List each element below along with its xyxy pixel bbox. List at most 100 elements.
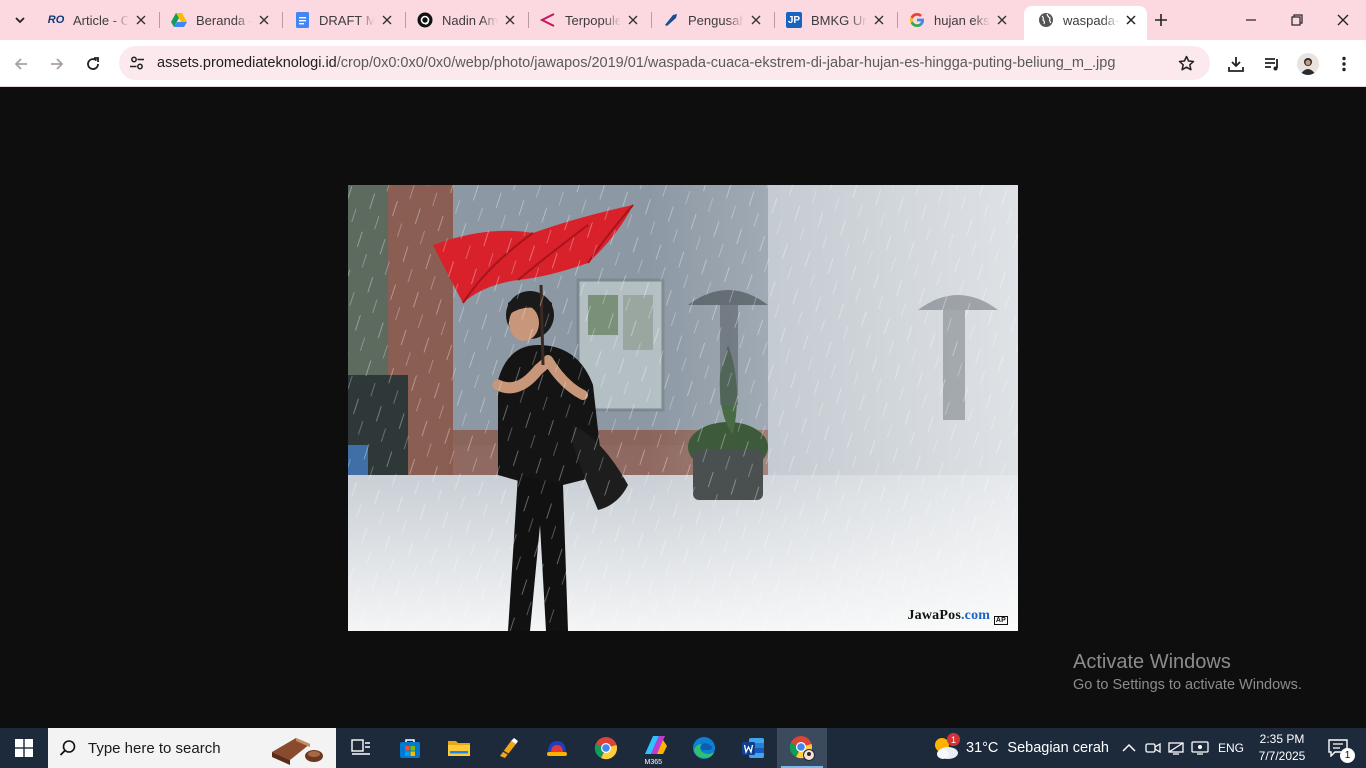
tab-title: DRAFT M <box>319 12 375 28</box>
notification-center-button[interactable]: 1 <box>1318 728 1358 768</box>
star-icon <box>1178 55 1194 70</box>
m365-icon: M365 <box>641 734 669 766</box>
clock-date: 7/7/2025 <box>1258 749 1306 763</box>
activate-windows-watermark: Activate Windows Go to Settings to activ… <box>1073 651 1302 693</box>
tab-beranda[interactable]: Beranda - <box>157 6 280 34</box>
close-icon[interactable] <box>994 12 1010 28</box>
minimize-icon <box>1246 19 1256 21</box>
pen-tool-icon <box>499 738 518 758</box>
profile-button[interactable] <box>1293 49 1323 79</box>
address-bar[interactable]: assets.promediateknologi.id/crop/0x0:0x0… <box>119 46 1210 80</box>
tab-terpopuler[interactable]: Terpopule <box>526 6 649 34</box>
plus-icon <box>1155 14 1167 26</box>
taskbar-app-blue[interactable] <box>532 728 581 768</box>
drive-icon <box>171 12 187 28</box>
feather-icon <box>663 12 679 28</box>
forward-button[interactable] <box>42 49 72 79</box>
clock-time: 2:35 PM <box>1259 732 1305 746</box>
taskbar-chrome-active[interactable] <box>777 728 827 768</box>
weather-badge: 1 <box>947 733 960 746</box>
taskbar-chrome[interactable] <box>581 728 630 768</box>
close-icon[interactable] <box>256 12 272 28</box>
close-icon[interactable] <box>748 12 764 28</box>
tab-bmkg[interactable]: JP BMKG Un <box>772 6 895 34</box>
taskbar-edge[interactable] <box>679 728 728 768</box>
edge-icon <box>692 737 715 759</box>
taskbar-clock[interactable]: 2:35 PM 7/7/2025 <box>1254 731 1310 765</box>
close-icon[interactable] <box>502 12 518 28</box>
taskbar-microsoft-store[interactable] <box>385 728 434 768</box>
tab-strip: RO Article - C Beranda - DRAFT M Nadin A… <box>0 0 1366 40</box>
rain-photo[interactable]: JawaPos.com AP <box>348 185 1018 631</box>
new-tab-button[interactable] <box>1148 7 1174 33</box>
ro-icon-text: RO <box>47 14 65 26</box>
task-view-icon <box>350 739 370 755</box>
close-icon[interactable] <box>871 12 887 28</box>
tab-hujan[interactable]: hujan eks <box>895 6 1018 34</box>
arrow-right-icon <box>51 58 64 70</box>
back-button[interactable] <box>6 49 36 79</box>
show-hidden-icons-button[interactable] <box>1117 728 1141 768</box>
close-icon[interactable] <box>133 12 149 28</box>
folder-icon <box>447 741 470 756</box>
activate-title: Activate Windows <box>1073 651 1231 673</box>
m365-label: M365 <box>644 759 663 766</box>
watermark-corner: AP <box>993 616 1008 625</box>
taskbar-search[interactable]: Type here to search <box>48 728 336 768</box>
taskbar-app-pen[interactable] <box>483 728 532 768</box>
activate-subtitle: Go to Settings to activate Windows. <box>1073 677 1302 693</box>
media-control-button[interactable] <box>1257 49 1287 79</box>
ro-icon: RO <box>47 12 65 28</box>
close-window-button[interactable] <box>1320 0 1366 40</box>
jp-icon: JP <box>786 12 802 28</box>
meet-now-button[interactable] <box>1142 728 1164 768</box>
task-view-button[interactable] <box>336 728 385 768</box>
network-button[interactable] <box>1165 728 1187 768</box>
tab-title: Nadin Am <box>442 12 498 28</box>
tab-title: Beranda - <box>196 12 252 28</box>
windows-logo-icon <box>15 739 33 757</box>
reload-button[interactable] <box>78 49 108 79</box>
minimize-button[interactable] <box>1228 0 1274 40</box>
docs-icon <box>294 12 310 28</box>
close-icon[interactable] <box>625 12 641 28</box>
tab-pengusaha[interactable]: Pengusah <box>649 6 772 34</box>
downloads-button[interactable] <box>1221 49 1251 79</box>
weather-temp: 31°C <box>966 740 999 756</box>
chrome-icon <box>594 737 617 760</box>
tab-article[interactable]: RO Article - C <box>34 6 157 34</box>
close-icon[interactable] <box>1123 12 1139 28</box>
taskbar-file-explorer[interactable] <box>434 728 483 768</box>
watermark-logo: JawaPos.com AP <box>907 608 1008 625</box>
google-icon <box>909 12 925 28</box>
tab-search-button[interactable] <box>6 6 34 34</box>
download-icon <box>1228 57 1244 72</box>
globe-icon <box>1038 12 1054 28</box>
jp-icon-text: JP <box>787 14 801 26</box>
close-icon[interactable] <box>379 12 395 28</box>
tab-waspada[interactable]: waspada- <box>1024 6 1147 40</box>
bookmark-button[interactable] <box>1172 49 1200 77</box>
menu-button[interactable] <box>1329 49 1359 79</box>
site-info-button[interactable] <box>123 49 151 77</box>
language-indicator[interactable]: ENG <box>1213 728 1249 768</box>
tab-title: Article - C <box>73 12 129 28</box>
taskbar-m365[interactable]: M365 <box>630 728 679 768</box>
reload-icon <box>87 57 99 70</box>
taskbar: Type here to search M365 1 31°C Sebagian… <box>0 728 1366 768</box>
restore-button[interactable] <box>1274 0 1320 40</box>
restore-icon <box>1291 14 1303 26</box>
url-text[interactable]: assets.promediateknologi.id/crop/0x0:0x0… <box>157 55 1172 71</box>
chevron-down-icon <box>15 17 25 24</box>
tab-nadin[interactable]: Nadin Am <box>403 6 526 34</box>
stream-app-icon <box>546 741 567 756</box>
taskbar-word[interactable] <box>728 728 777 768</box>
display-button[interactable] <box>1189 728 1211 768</box>
weather-description: Sebagian cerah <box>1007 740 1109 756</box>
tab-draft[interactable]: DRAFT M <box>280 6 403 34</box>
tab-title: hujan eks <box>934 12 990 28</box>
weather-widget[interactable]: 1 31°C Sebagian cerah <box>930 728 1109 768</box>
tune-icon <box>130 56 144 70</box>
display-icon <box>1191 741 1209 755</box>
start-button[interactable] <box>0 728 48 768</box>
